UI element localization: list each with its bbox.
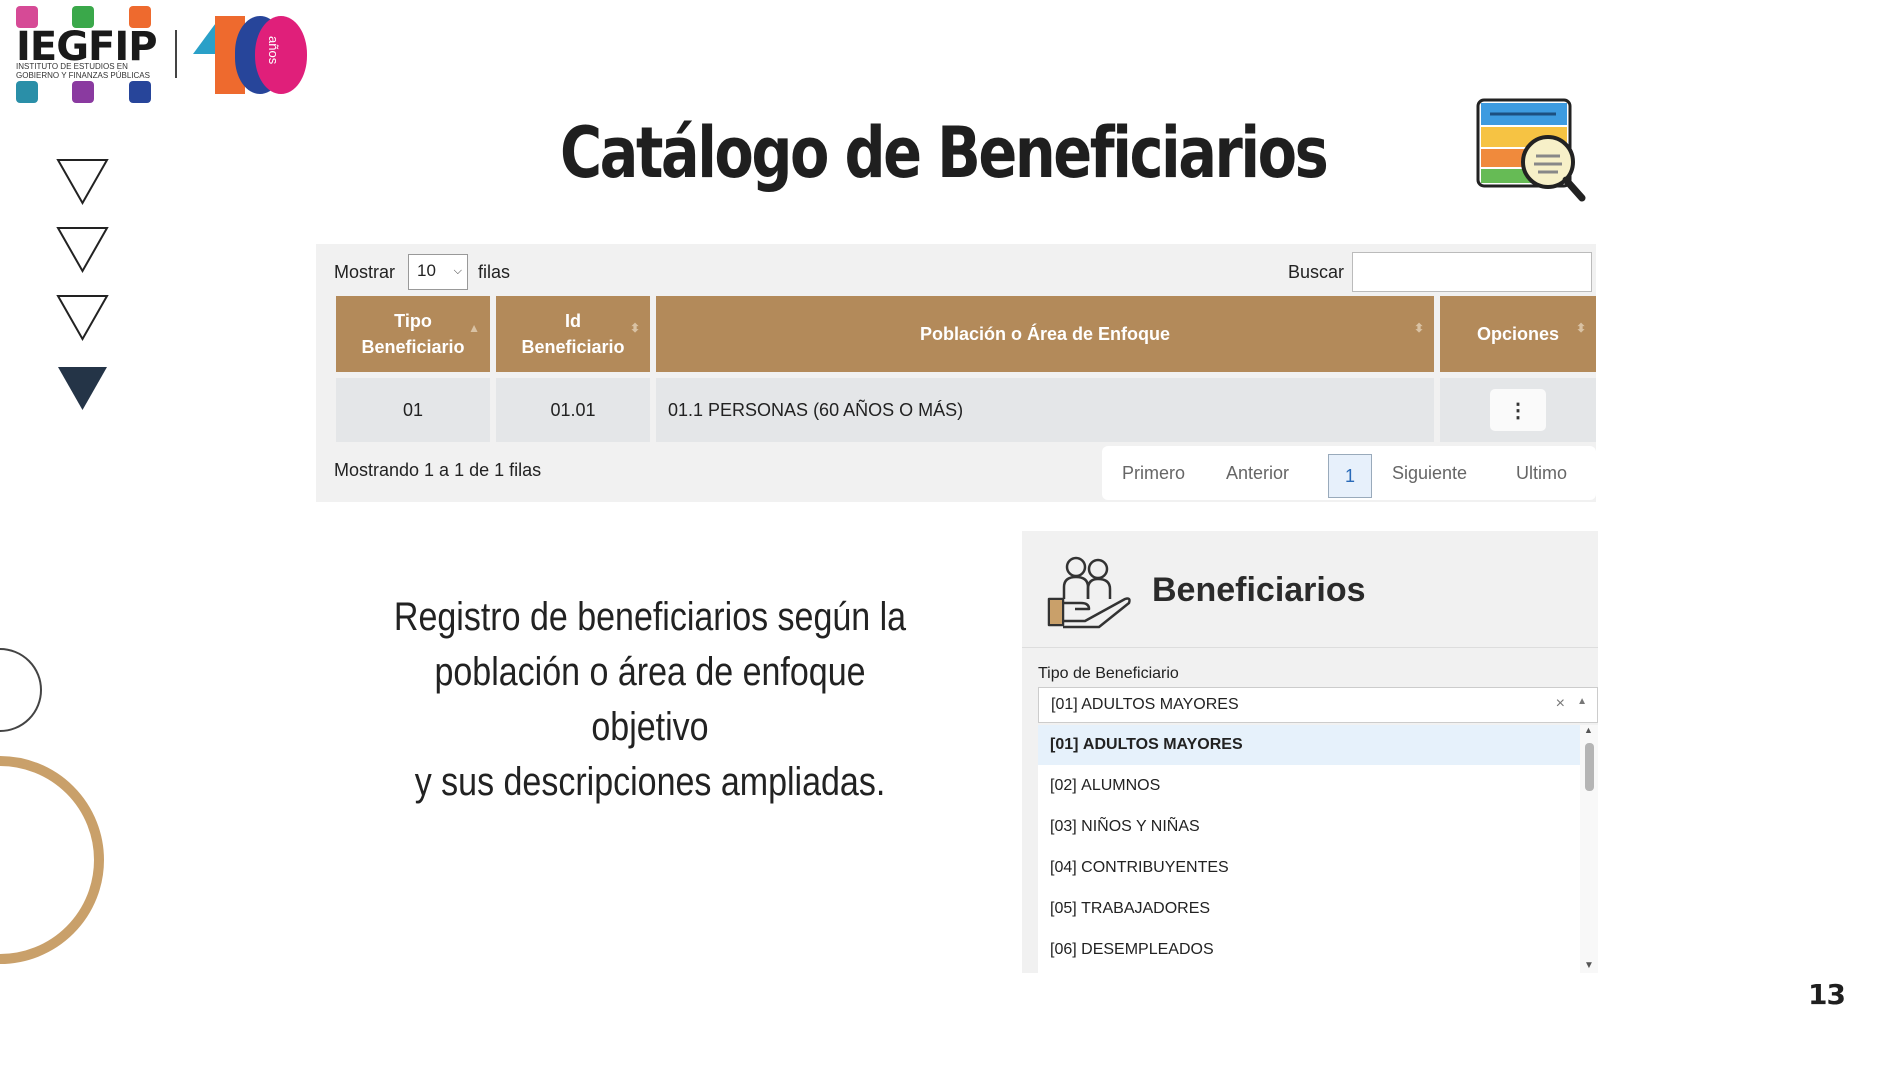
header-text: Beneficiario <box>521 337 625 357</box>
page-size-value: 10 <box>417 261 436 280</box>
header-text: Id <box>564 311 581 331</box>
sort-icon: ⬍ <box>629 321 640 335</box>
page-prev-button[interactable]: Anterior <box>1226 446 1289 500</box>
logo-square <box>72 81 94 103</box>
option-code: [03] <box>1050 818 1077 835</box>
row-options-button[interactable]: ⋮ <box>1490 389 1546 431</box>
cell-id: 01.01 <box>496 378 650 442</box>
people-helping-hand-icon <box>1047 556 1131 629</box>
catalog-table-panel: Mostrar 10 ⌵ filas Buscar Tipo Beneficiar… <box>316 244 1596 502</box>
logo-square <box>129 81 151 103</box>
sort-asc-icon: ▲ <box>468 321 480 335</box>
caption-line: y sus descripciones ampliadas. <box>414 760 886 804</box>
dropdown-options-list: [01] ADULTOS MAYORES [02] ALUMNOS [03] N… <box>1038 725 1598 973</box>
sort-icon: ⬍ <box>1413 321 1424 335</box>
pagination: Primero Anterior 1 Siguiente Ultimo <box>1102 446 1596 500</box>
option-code: [06] <box>1050 941 1077 958</box>
logo-subtitle: INSTITUTO DE ESTUDIOS EN GOBIERNO Y FINA… <box>16 62 150 80</box>
col-header-opciones[interactable]: Opciones ⬍ <box>1440 296 1596 372</box>
page-first-button[interactable]: Primero <box>1122 446 1185 500</box>
cell-tipo: 01 <box>336 378 490 442</box>
page-current-button[interactable]: 1 <box>1328 454 1372 498</box>
option-name: NIÑOS Y NIÑAS <box>1081 818 1200 835</box>
option-name: CONTRIBUYENTES <box>1081 859 1229 876</box>
page-last-button[interactable]: Ultimo <box>1516 446 1567 500</box>
form-title: Beneficiarios <box>1152 571 1366 609</box>
caption-line: Registro de beneficiarios según la <box>393 595 907 639</box>
divider <box>1022 647 1598 648</box>
clear-selection-icon[interactable]: × <box>1556 695 1565 713</box>
search-input[interactable] <box>1352 252 1592 292</box>
header-text: Población o Área de Enfoque <box>919 324 1171 344</box>
triangle-filled-icon <box>58 367 107 410</box>
catalog-search-icon <box>1476 98 1586 202</box>
dropdown-option[interactable]: [06] DESEMPLEADOS <box>1038 930 1580 970</box>
field-label: Tipo de Beneficiario <box>1038 665 1179 682</box>
sort-icon: ⬍ <box>1575 321 1586 335</box>
col-header-id-beneficiario[interactable]: Id Beneficiario ⬍ <box>496 296 650 372</box>
header-text: Tipo <box>394 311 432 331</box>
header-text: Opciones <box>1476 324 1560 344</box>
option-name: DESEMPLEADOS <box>1081 941 1214 958</box>
option-name: ADULTOS MAYORES <box>1082 736 1243 753</box>
option-name: TRABAJADORES <box>1081 900 1211 917</box>
logo-divider <box>175 30 177 78</box>
logo-square <box>16 81 38 103</box>
dropdown-option[interactable]: [02] ALUMNOS <box>1038 766 1580 806</box>
col-header-poblacion[interactable]: Población o Área de Enfoque ⬍ <box>656 296 1434 372</box>
option-code: [04] <box>1050 859 1077 876</box>
option-code: [05] <box>1050 900 1077 917</box>
cell-poblacion: 01.1 PERSONAS (60 AÑOS O MÁS) <box>656 378 1434 442</box>
rows-label: filas <box>478 262 511 282</box>
header-text: Beneficiario <box>361 337 465 357</box>
triangle-outline-icon <box>56 227 109 274</box>
option-name: ALUMNOS <box>1081 777 1161 794</box>
caption-line: población o área de enfoque objetivo <box>434 650 866 749</box>
beneficiarios-form-panel: Beneficiarios Tipo de Beneficiario [01] … <box>1022 531 1598 973</box>
search-label: Buscar <box>1288 262 1345 282</box>
anniversary-word: años <box>266 36 281 65</box>
chevron-up-icon[interactable]: ▲ <box>1577 696 1587 707</box>
slide-title: Catálogo de Beneficiarios <box>560 112 1329 194</box>
table-info: Mostrando 1 a 1 de 1 filas <box>334 460 542 480</box>
decorative-circles <box>0 648 104 964</box>
anniversary-10-logo: años <box>193 16 307 94</box>
col-header-tipo-beneficiario[interactable]: Tipo Beneficiario ▲ <box>336 296 490 372</box>
dropdown-option[interactable]: [04] CONTRIBUYENTES <box>1038 848 1580 888</box>
show-label: Mostrar <box>334 262 396 282</box>
selected-value: [01] ADULTOS MAYORES <box>1051 696 1239 713</box>
scrollbar-thumb[interactable] <box>1585 743 1594 791</box>
scroll-down-icon[interactable]: ▼ <box>1584 960 1594 971</box>
chevron-down-icon: ⌵ <box>453 265 462 277</box>
dropdown-option[interactable]: [03] NIÑOS Y NIÑAS <box>1038 807 1580 847</box>
tipo-beneficiario-select[interactable]: [01] ADULTOS MAYORES × ▲ <box>1038 687 1598 723</box>
scroll-up-icon[interactable]: ▲ <box>1584 725 1593 735</box>
triangle-outline-icon <box>56 159 109 206</box>
option-code: [01] <box>1050 736 1079 753</box>
decorative-triangles <box>56 159 109 410</box>
slide-caption: Registro de beneficiarios según la pobla… <box>387 590 914 810</box>
option-code: [02] <box>1050 777 1077 794</box>
page-next-button[interactable]: Siguiente <box>1392 446 1467 500</box>
page-number: 13 <box>1808 978 1846 1011</box>
cell-options: ⋮ <box>1440 378 1596 442</box>
kebab-menu-icon: ⋮ <box>1508 399 1528 422</box>
page-size-select[interactable]: 10 ⌵ <box>408 254 468 290</box>
dropdown-option[interactable]: [05] TRABAJADORES <box>1038 889 1580 929</box>
triangle-outline-icon <box>56 295 109 342</box>
dropdown-option[interactable]: [01] ADULTOS MAYORES <box>1038 725 1580 765</box>
dropdown-scrollbar[interactable]: ▲ <box>1580 725 1598 973</box>
